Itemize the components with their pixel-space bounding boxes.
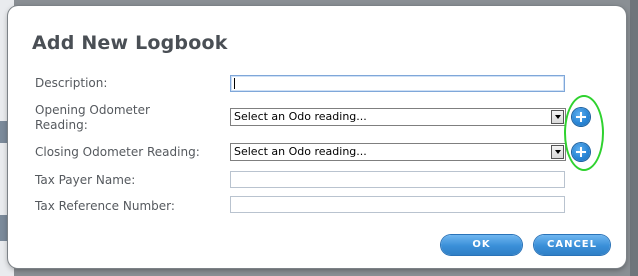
opening-odometer-label-line1: Opening Odometer: [35, 103, 150, 117]
closing-odometer-select[interactable]: Select an Odo reading...: [230, 143, 566, 161]
dialog-title: Add New Logbook: [32, 32, 228, 54]
opening-odometer-select-value: Select an Odo reading...: [234, 110, 367, 123]
opening-odometer-label: Opening Odometer Reading:: [35, 103, 225, 133]
tax-reference-number-label: Tax Reference Number:: [35, 199, 175, 213]
add-closing-reading-button[interactable]: [572, 143, 590, 161]
ok-button[interactable]: OK: [441, 235, 522, 255]
tax-reference-number-input[interactable]: [230, 196, 565, 213]
description-label: Description:: [35, 76, 108, 90]
add-opening-reading-button[interactable]: [572, 108, 590, 126]
tax-payer-name-label: Tax Payer Name:: [35, 173, 136, 187]
description-input[interactable]: [230, 75, 565, 92]
add-logbook-dialog: Add New Logbook Description: Opening Odo…: [8, 6, 626, 268]
closing-odometer-label: Closing Odometer Reading:: [35, 145, 200, 159]
chevron-down-icon[interactable]: [551, 110, 564, 124]
opening-odometer-select[interactable]: Select an Odo reading...: [230, 108, 566, 126]
chevron-down-icon[interactable]: [551, 145, 564, 159]
background-edge: [630, 0, 638, 276]
tax-payer-name-input[interactable]: [230, 171, 565, 188]
closing-odometer-select-value: Select an Odo reading...: [234, 145, 367, 158]
opening-odometer-label-line2: Reading:: [35, 118, 88, 132]
cancel-button[interactable]: CANCEL: [534, 235, 610, 255]
